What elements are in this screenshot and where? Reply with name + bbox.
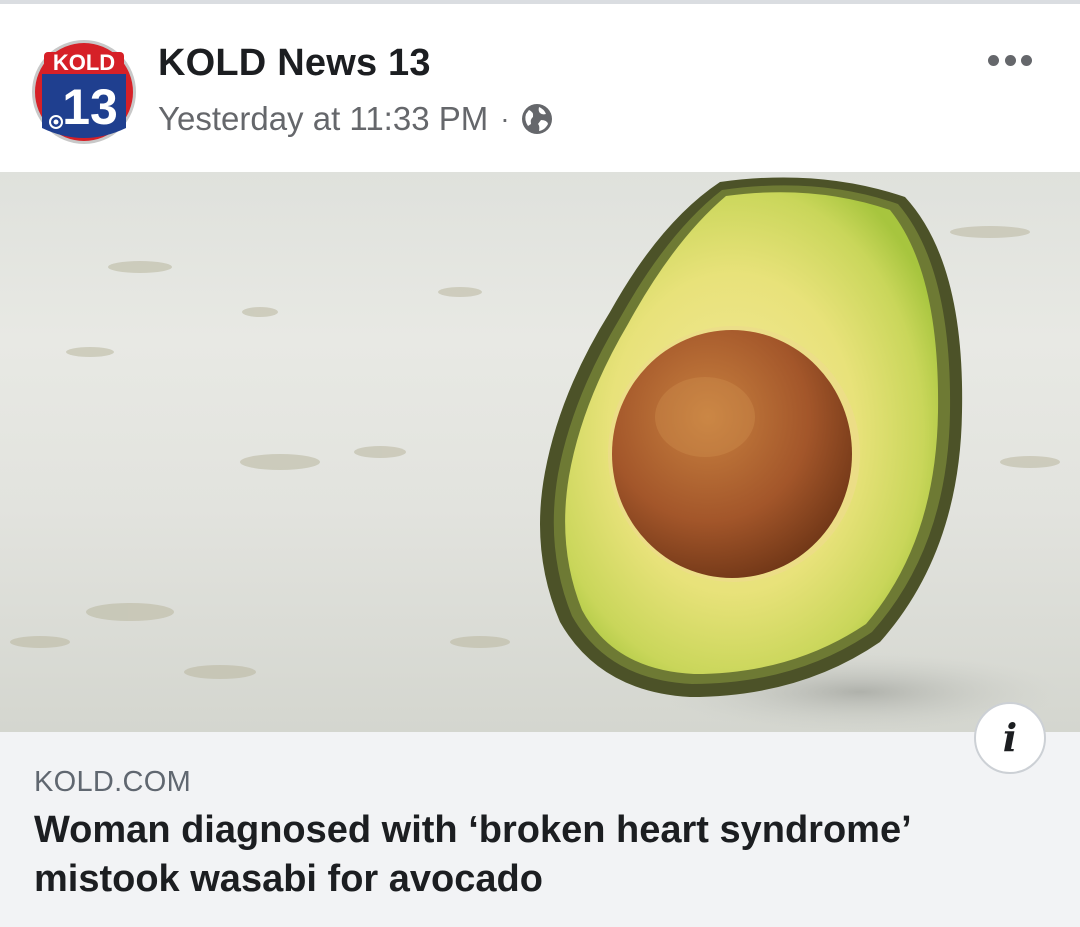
more-dot (1004, 54, 1016, 66)
more-dot (1021, 54, 1032, 66)
link-preview-image[interactable] (0, 172, 1080, 732)
link-preview-footer[interactable]: KOLD.COM Woman diagnosed with ‘broken he… (0, 732, 1080, 927)
logo-station-text: KOLD (53, 50, 115, 75)
post-timestamp[interactable]: Yesterday at 11:33 PM (158, 100, 488, 138)
post-meta: Yesterday at 11:33 PM · (158, 98, 554, 140)
post-header: KOLD 13 KOLD News 13 Yesterday at 11:33 … (0, 4, 1080, 172)
more-options-icon[interactable] (984, 42, 1036, 78)
page-avatar[interactable]: KOLD 13 (30, 38, 138, 146)
meta-separator: · (500, 103, 510, 134)
link-title[interactable]: Woman diagnosed with ‘broken heart syndr… (34, 806, 1034, 904)
page-name-link[interactable]: KOLD News 13 (158, 42, 431, 85)
info-button[interactable]: i (974, 702, 1046, 774)
kold-logo-icon: KOLD 13 (32, 40, 136, 144)
info-icon: i (1002, 715, 1018, 760)
logo-channel-number: 13 (62, 79, 118, 135)
more-dot (988, 54, 999, 66)
link-domain: KOLD.COM (34, 766, 192, 798)
globe-icon (520, 102, 554, 136)
